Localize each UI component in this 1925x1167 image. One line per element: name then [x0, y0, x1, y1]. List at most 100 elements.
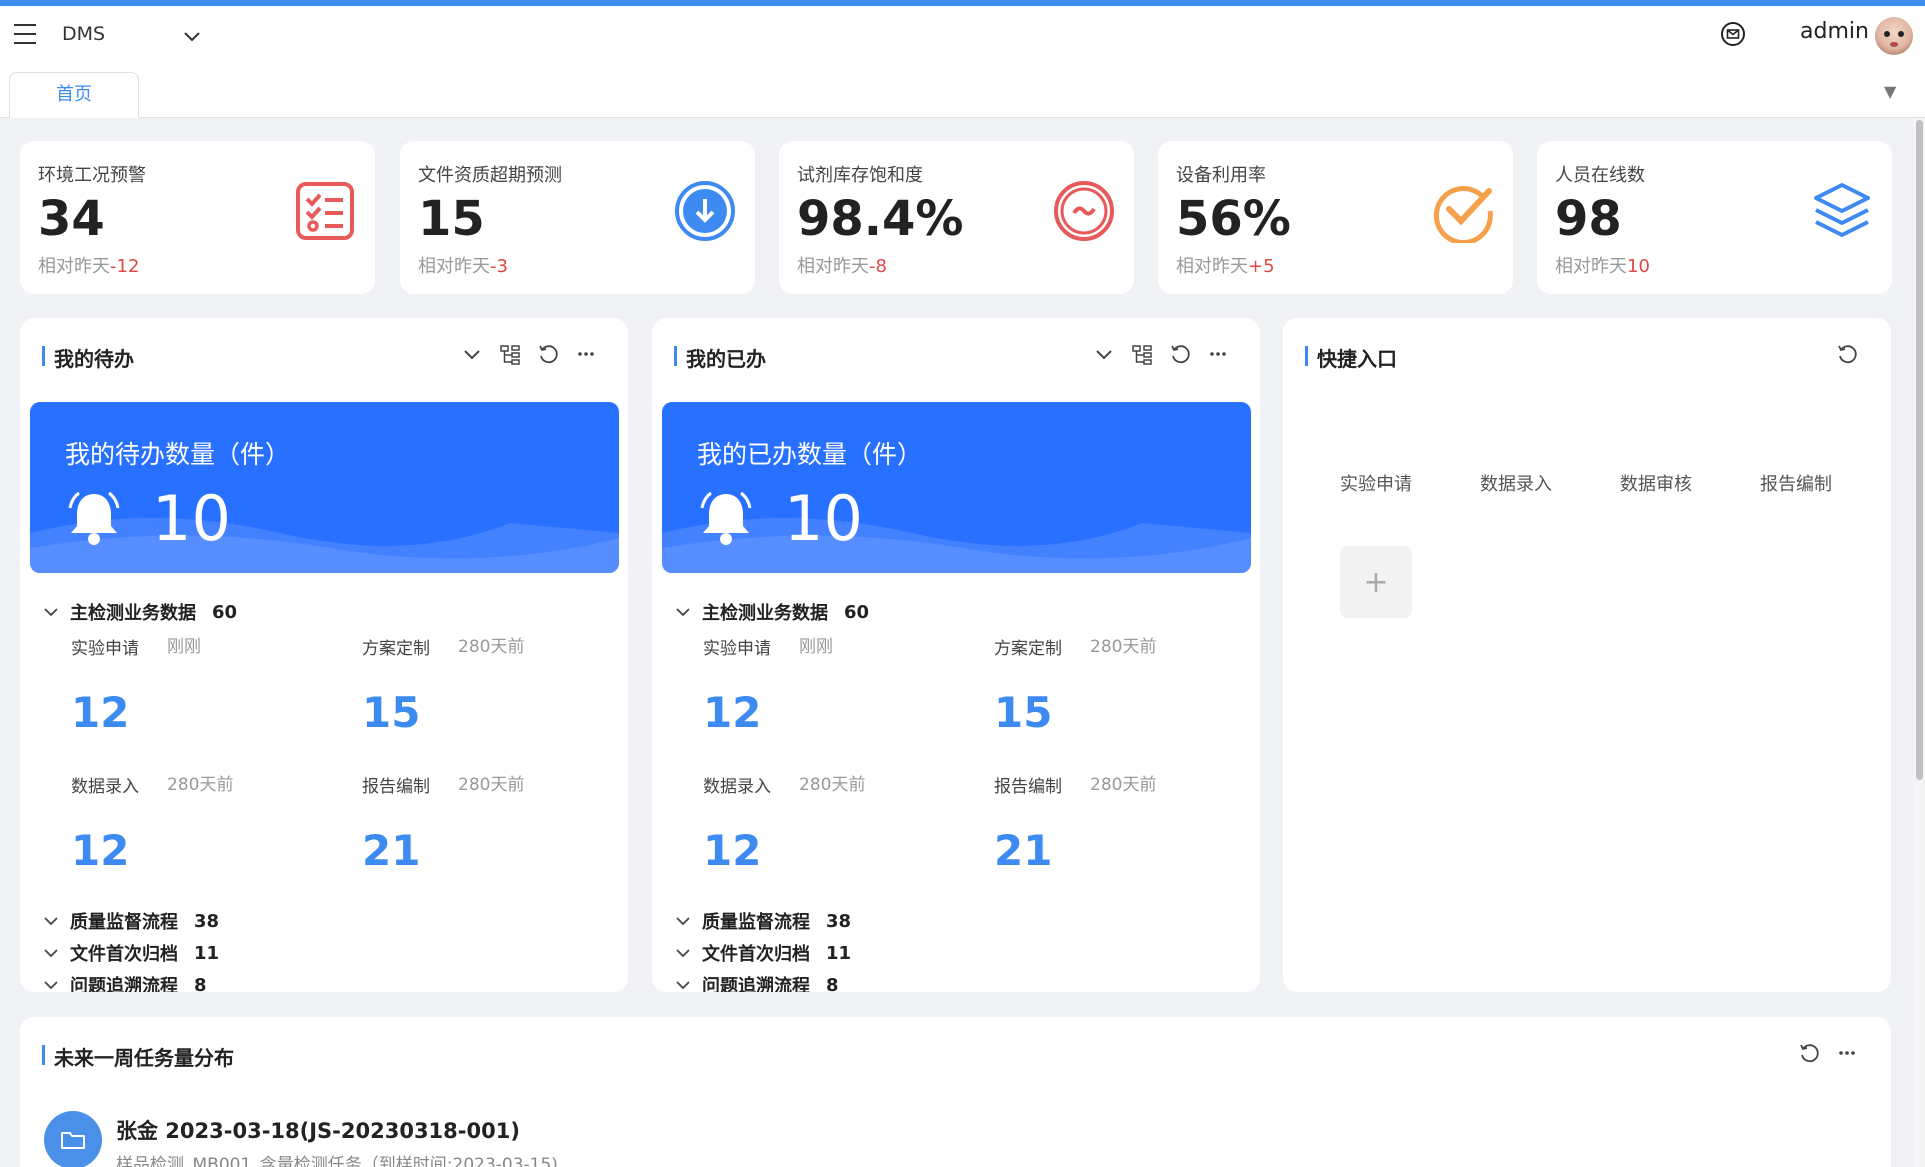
- stat-delta: -3: [490, 256, 508, 277]
- collapse-chevron-icon[interactable]: [458, 340, 486, 368]
- group-file-archive[interactable]: 文件首次归档 11: [674, 940, 851, 966]
- stat-compare-label: 相对昨天: [418, 256, 490, 277]
- user-name[interactable]: admin: [1800, 19, 1869, 44]
- stat-title: 试剂库存饱和度: [797, 165, 923, 186]
- refresh-icon[interactable]: [1166, 340, 1194, 368]
- group-name: 质量监督流程: [70, 912, 178, 933]
- panel-toolbar: [1833, 340, 1861, 368]
- refresh-icon[interactable]: [1833, 340, 1861, 368]
- more-options-icon[interactable]: [1833, 1039, 1861, 1067]
- group-name: 问题追溯流程: [702, 976, 810, 992]
- metric-label: 报告编制: [994, 777, 1062, 797]
- stat-value: 98.4%: [797, 191, 964, 247]
- panel-toolbar: [458, 340, 600, 368]
- chevron-down-icon[interactable]: [180, 24, 204, 48]
- panel-toolbar: [1090, 340, 1232, 368]
- task-title[interactable]: 张金 2023-03-18(JS-20230318-001): [116, 1115, 520, 1145]
- done-count-banner: 我的已办数量（件） 10: [662, 402, 1251, 573]
- metric-time: 280天前: [167, 775, 234, 795]
- metric-label: 数据录入: [703, 777, 771, 797]
- chevron-down-icon: [44, 917, 58, 926]
- metric-time: 280天前: [799, 775, 866, 795]
- page-scrollbar-thumb[interactable]: [1916, 120, 1923, 780]
- bell-icon: [68, 491, 120, 545]
- quick-item-data-review[interactable]: 数据审核: [1620, 470, 1692, 496]
- refresh-icon[interactable]: [534, 340, 562, 368]
- chevron-down-icon: [676, 917, 690, 926]
- quick-item-report-compile[interactable]: 报告编制: [1760, 470, 1832, 496]
- metric-value[interactable]: 12: [703, 688, 761, 737]
- tree-structure-icon[interactable]: [496, 340, 524, 368]
- group-main-business[interactable]: 主检测业务数据 60: [674, 599, 869, 625]
- todo-count-banner: 我的待办数量（件） 10: [30, 402, 619, 573]
- group-count: 38: [194, 910, 220, 932]
- stat-compare: 相对昨天10: [1555, 252, 1650, 278]
- panel-my-done: 我的已办 我的已办数量（件） 10 主检测业务数据 60 实验申请 刚刚 12 方…: [652, 318, 1260, 992]
- collapse-chevron-icon[interactable]: [1090, 340, 1118, 368]
- group-count: 8: [194, 974, 207, 993]
- group-file-archive[interactable]: 文件首次归档 11: [42, 940, 219, 966]
- metric-value[interactable]: 21: [362, 826, 420, 875]
- metric-time: 280天前: [458, 775, 525, 795]
- group-quality-supervision[interactable]: 质量监督流程 38: [42, 908, 219, 934]
- stat-value: 98: [1555, 191, 1622, 247]
- group-count: 8: [826, 974, 839, 993]
- banner-title: 我的已办数量（件）: [697, 440, 923, 469]
- panel-title: 我的已办: [674, 343, 766, 372]
- stat-card-equipment-usage: 设备利用率 56% 相对昨天+5: [1158, 141, 1513, 294]
- avatar[interactable]: [1875, 17, 1913, 55]
- metric-value[interactable]: 15: [362, 688, 420, 737]
- chevron-down-icon: [44, 608, 58, 617]
- metric-value[interactable]: 12: [71, 688, 129, 737]
- more-options-icon[interactable]: [1204, 340, 1232, 368]
- chevron-down-icon: [676, 981, 690, 990]
- download-circle-icon: [675, 181, 735, 241]
- metric-value[interactable]: 12: [703, 826, 761, 875]
- checklist-icon: [296, 182, 354, 240]
- quick-item-experiment-apply[interactable]: 实验申请: [1340, 470, 1412, 496]
- stat-title: 文件资质超期预测: [418, 165, 562, 186]
- panel-title: 未来一周任务量分布: [42, 1042, 234, 1071]
- quick-item-data-entry[interactable]: 数据录入: [1480, 470, 1552, 496]
- mail-icon[interactable]: [1720, 21, 1746, 47]
- group-issue-trace[interactable]: 问题追溯流程 8: [674, 972, 839, 992]
- metric-label: 数据录入: [71, 777, 139, 797]
- add-quick-entry-button[interactable]: +: [1340, 546, 1412, 618]
- panel-my-todo: 我的待办 我的待办数量（件） 10 主检测业务数据 60 实验申请 刚刚 12 方…: [20, 318, 628, 992]
- metric-value[interactable]: 12: [71, 826, 129, 875]
- stat-value: 56%: [1176, 191, 1291, 247]
- layers-icon: [1814, 183, 1870, 237]
- metric-time: 刚刚: [167, 637, 201, 657]
- stat-compare-label: 相对昨天: [1176, 256, 1248, 277]
- stat-card-online-staff: 人员在线数 98 相对昨天10: [1537, 141, 1892, 294]
- refresh-icon[interactable]: [1795, 1039, 1823, 1067]
- metric-value[interactable]: 21: [994, 826, 1052, 875]
- group-main-business[interactable]: 主检测业务数据 60: [42, 599, 237, 625]
- wave-circle-icon: [1054, 181, 1114, 241]
- stat-compare-label: 相对昨天: [38, 256, 110, 277]
- group-quality-supervision[interactable]: 质量监督流程 38: [674, 908, 851, 934]
- group-issue-trace[interactable]: 问题追溯流程 8: [42, 972, 207, 992]
- tab-home[interactable]: 首页: [9, 72, 139, 118]
- group-name: 主检测业务数据: [702, 603, 828, 624]
- stat-compare: 相对昨天-12: [38, 252, 139, 278]
- stat-compare-label: 相对昨天: [1555, 256, 1627, 277]
- more-options-icon[interactable]: [572, 340, 600, 368]
- group-name: 主检测业务数据: [70, 603, 196, 624]
- group-name: 文件首次归档: [70, 944, 178, 965]
- tab-dropdown-icon[interactable]: ▼: [1884, 82, 1896, 101]
- chevron-down-icon: [676, 949, 690, 958]
- stat-title: 设备利用率: [1176, 165, 1266, 186]
- stat-title: 环境工况预警: [38, 165, 146, 186]
- hamburger-menu-icon[interactable]: [14, 24, 36, 44]
- group-name: 文件首次归档: [702, 944, 810, 965]
- group-count: 60: [212, 601, 238, 623]
- tree-structure-icon[interactable]: [1128, 340, 1156, 368]
- metric-time: 刚刚: [799, 637, 833, 657]
- stat-compare-label: 相对昨天: [797, 256, 869, 277]
- metric-time: 280天前: [1090, 775, 1157, 795]
- app-header: DMS admin: [0, 6, 1925, 64]
- metric-label: 报告编制: [362, 777, 430, 797]
- group-name: 问题追溯流程: [70, 976, 178, 992]
- metric-value[interactable]: 15: [994, 688, 1052, 737]
